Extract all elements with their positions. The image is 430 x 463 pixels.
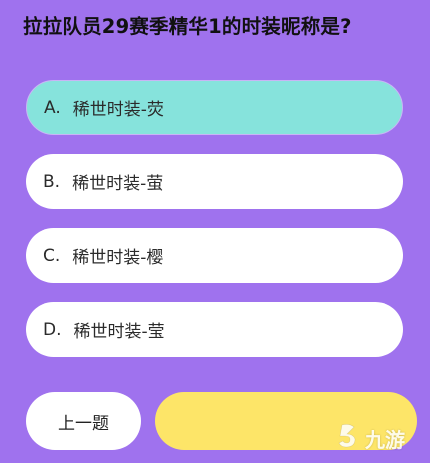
watermark-text: 九游 [365, 427, 405, 452]
question-title: 拉拉队员29赛季精华1的时装昵称是? [23, 15, 352, 38]
option-letter: A. [44, 97, 61, 118]
previous-question-button[interactable]: 上一题 [26, 392, 141, 450]
option-letter: C. [43, 245, 61, 266]
option-c[interactable]: C. 稀世时装-樱 [26, 228, 403, 283]
option-letter: D. [43, 319, 62, 340]
option-letter: B. [43, 171, 61, 192]
option-b[interactable]: B. 稀世时装-萤 [26, 154, 403, 209]
option-text: 稀世时装-樱 [72, 248, 164, 268]
option-d[interactable]: D. 稀世时装-莹 [26, 302, 403, 357]
option-a[interactable]: A. 稀世时装-荧 [26, 80, 403, 135]
option-text: 稀世时装-莹 [73, 322, 165, 342]
watermark: 九游 [333, 421, 405, 455]
jiuyou-logo-icon [333, 421, 363, 455]
option-text: 稀世时装-萤 [72, 174, 164, 194]
option-text: 稀世时装-荧 [72, 100, 164, 120]
